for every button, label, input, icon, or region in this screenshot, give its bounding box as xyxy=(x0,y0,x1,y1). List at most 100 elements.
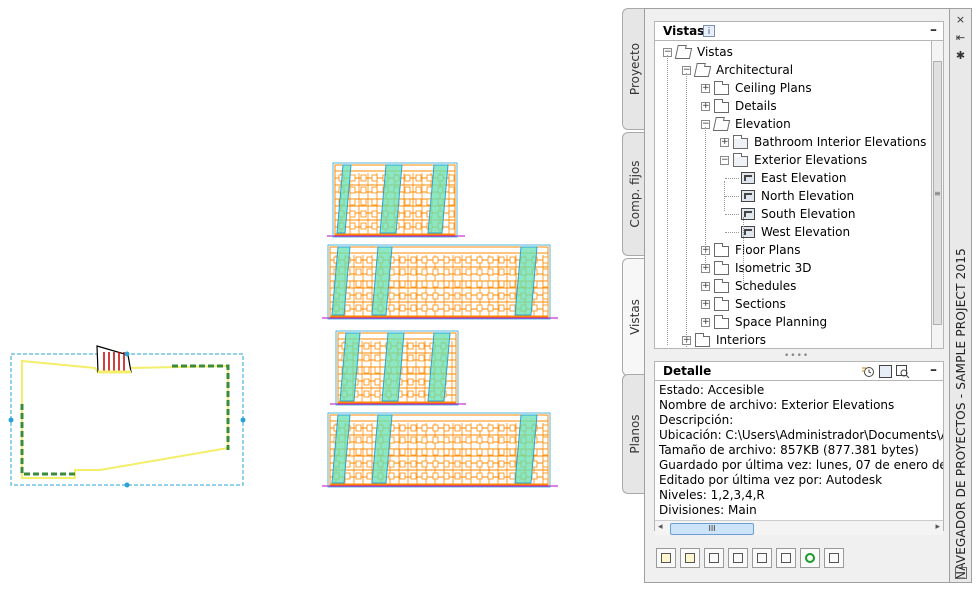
tree-item[interactable]: − Exterior Elevations xyxy=(655,151,931,169)
window xyxy=(366,424,373,432)
expand-icon[interactable]: + xyxy=(701,84,710,93)
collapse-detail-button[interactable]: – xyxy=(930,362,937,378)
transmit-button[interactable] xyxy=(824,548,844,568)
expand-icon[interactable]: + xyxy=(701,318,710,327)
expand-icon[interactable]: + xyxy=(701,300,710,309)
window xyxy=(366,280,373,288)
detail-panel: Estado: Accesible Nombre de archivo: Exte… xyxy=(654,381,944,531)
expand-icon[interactable]: + xyxy=(701,102,710,111)
table-button[interactable] xyxy=(776,548,796,568)
tree-item[interactable]: + Floor Plans xyxy=(655,241,931,259)
window xyxy=(448,174,455,182)
drawing-canvas[interactable] xyxy=(0,0,620,597)
expand-icon[interactable]: + xyxy=(720,138,729,147)
new-view-folder-button[interactable] xyxy=(656,548,676,568)
tree-item[interactable]: South Elevation xyxy=(655,205,931,223)
window xyxy=(448,186,455,194)
copy-button[interactable] xyxy=(728,548,748,568)
new-view-button[interactable] xyxy=(680,548,700,568)
window xyxy=(349,222,356,230)
tree-item[interactable]: + Space Planning xyxy=(655,313,931,331)
tree-item-label: Bathroom Interior Elevations xyxy=(754,135,927,149)
tree-item-label: Interiors xyxy=(716,333,767,347)
window xyxy=(421,436,428,444)
close-icon[interactable]: × xyxy=(954,13,967,26)
window xyxy=(399,268,406,276)
window xyxy=(366,448,373,456)
window xyxy=(366,256,373,264)
window xyxy=(355,292,362,300)
tree-connector xyxy=(725,214,739,215)
tab-proyecto[interactable]: Proyecto xyxy=(622,8,646,130)
refresh-button[interactable] xyxy=(800,548,820,568)
tree-item-label: Floor Plans xyxy=(735,243,801,257)
tree-item[interactable]: − Vistas xyxy=(655,43,931,61)
window xyxy=(531,304,538,312)
window xyxy=(410,256,417,264)
tree-item[interactable]: + Details xyxy=(655,97,931,115)
window xyxy=(465,424,472,432)
detail-horizontal-scrollbar[interactable]: ◂ III ▸ xyxy=(655,520,943,535)
window xyxy=(404,198,411,206)
window xyxy=(542,268,549,276)
tree-item-label: Isometric 3D xyxy=(735,261,812,275)
tree-item[interactable]: + Schedules xyxy=(655,277,931,295)
palette-menu-icon[interactable] xyxy=(955,567,967,579)
tree-item[interactable]: North Elevation xyxy=(655,187,931,205)
views-tree[interactable]: − Vistas − Architectural + Ceiling Plans + Deta… xyxy=(654,41,932,349)
tree-item[interactable]: + Isometric 3D xyxy=(655,259,931,277)
tab-vistas[interactable]: Vistas xyxy=(622,258,646,376)
window xyxy=(349,186,356,194)
tree-item[interactable]: + Ceiling Plans xyxy=(655,79,931,97)
tab-planos[interactable]: Planos xyxy=(622,374,646,494)
window xyxy=(355,448,362,456)
window xyxy=(454,280,461,288)
add-view-button[interactable] xyxy=(704,548,724,568)
window xyxy=(542,256,549,264)
tree-item[interactable]: − Elevation xyxy=(655,115,931,133)
autohide-icon[interactable]: ⇤ xyxy=(954,31,967,44)
detail-scroll-thumb[interactable]: III xyxy=(670,523,754,535)
tab-comp-fijos[interactable]: Comp. fijos xyxy=(622,132,646,256)
scroll-right-icon[interactable]: ▸ xyxy=(935,522,940,532)
tab-label: Proyecto xyxy=(627,42,642,96)
info-icon[interactable]: i xyxy=(703,25,715,37)
window xyxy=(366,292,373,300)
tree-item[interactable]: − Architectural xyxy=(655,61,931,79)
collapse-views-button[interactable]: – xyxy=(930,22,937,38)
preview-sync-icon[interactable] xyxy=(861,365,875,378)
tree-item[interactable]: West Elevation xyxy=(655,223,931,241)
window xyxy=(509,472,516,480)
detail-section-header[interactable]: Detalle – xyxy=(654,361,944,381)
window xyxy=(509,448,516,456)
window xyxy=(415,174,422,182)
window xyxy=(410,460,417,468)
expand-icon[interactable]: + xyxy=(701,282,710,291)
window xyxy=(374,390,381,398)
folder-icon xyxy=(695,333,710,347)
splitter-handle[interactable]: •••• xyxy=(784,351,809,361)
window xyxy=(509,436,516,444)
palette-title-bar[interactable]: × ⇤ ✱ NAVEGADOR DE PROYECTOS - SAMPLE PR… xyxy=(950,8,972,583)
views-section-header[interactable]: Vistas i – xyxy=(654,21,944,41)
properties-button[interactable] xyxy=(752,548,772,568)
properties-gear-icon[interactable]: ✱ xyxy=(954,49,967,62)
window xyxy=(407,378,414,386)
tree-item[interactable]: + Bathroom Interior Elevations xyxy=(655,133,931,151)
folder-icon xyxy=(714,243,729,257)
zoom-preview-icon[interactable] xyxy=(896,365,910,379)
collapse-icon[interactable]: − xyxy=(720,156,729,165)
window xyxy=(443,436,450,444)
window xyxy=(487,268,494,276)
scroll-left-icon[interactable]: ◂ xyxy=(658,522,663,532)
window xyxy=(410,436,417,444)
window xyxy=(432,460,439,468)
window xyxy=(399,472,406,480)
window xyxy=(542,460,549,468)
tree-vertical-scrollbar[interactable]: ≡ xyxy=(932,41,944,349)
tree-item[interactable]: + Interiors xyxy=(655,331,931,348)
tree-item[interactable]: East Elevation xyxy=(655,169,931,187)
preview-pane-icon[interactable] xyxy=(879,365,892,378)
tree-item[interactable]: + Sections xyxy=(655,295,931,313)
window xyxy=(415,186,422,194)
